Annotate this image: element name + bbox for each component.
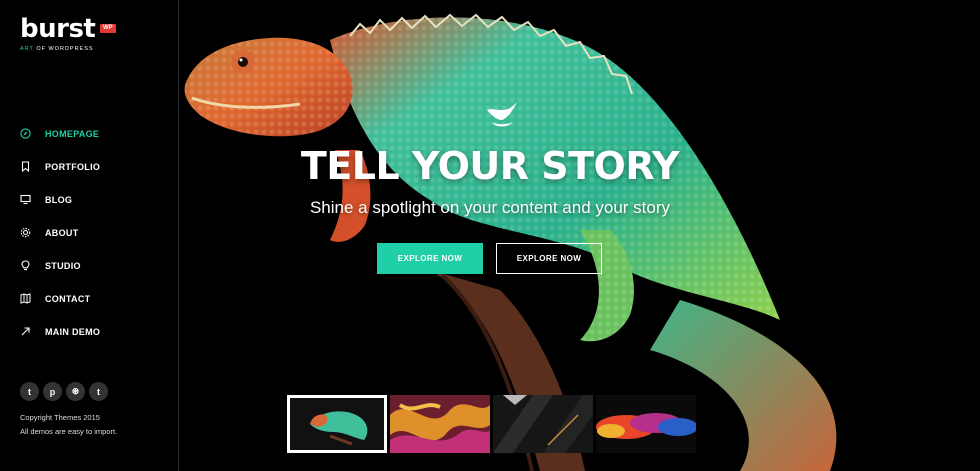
logo-text: burst [20,14,96,44]
explore-now-button[interactable]: EXPLORE NOW [377,243,483,274]
explore-now-outline-button[interactable]: EXPLORE NOW [496,243,602,274]
slide-thumbnails [287,395,696,453]
color-smoke-thumbnail[interactable] [596,395,696,453]
nav-label: CONTACT [45,293,91,304]
hero-title: TELL YOUR STORY [300,144,680,188]
bookmark-icon [20,161,31,172]
lightbulb-icon [20,260,31,271]
nav-item-homepage[interactable]: HOMEPAGE [20,117,100,150]
nav-label: MAIN DEMO [45,326,101,337]
nav-label: ABOUT [45,227,79,238]
chameleon-thumbnail[interactable] [287,395,387,453]
tagline-rest: OF WORDPRESS [33,46,94,52]
nav-label: STUDIO [45,260,81,271]
logo-tagline: ART OF WORDPRESS [20,46,95,52]
copyright-line: Copyright Themes 2015 [20,413,100,422]
dark-geometric-thumbnail[interactable] [493,395,593,453]
nav-label: PORTFOLIO [45,161,101,172]
nav-item-contact[interactable]: CONTACT [20,282,100,315]
nav-item-studio[interactable]: STUDIO [20,249,100,282]
hero-subtitle: Shine a spotlight on your content and yo… [309,198,671,217]
arrow-icon [20,326,31,337]
copyright: Copyright Themes 2015 All demos are easy… [20,411,117,439]
nav-item-portfolio[interactable]: PORTFOLIO [20,150,100,183]
twitter-icon[interactable]: t [20,382,39,401]
nav-item-about[interactable]: ABOUT [20,216,100,249]
logo[interactable]: burst WP ART OF WORDPRESS [20,14,116,52]
main-nav: HOMEPAGE PORTFOLIO BLOG ABOUT STUDIO CON… [20,117,100,348]
nav-label: BLOG [45,194,73,205]
nav-label: HOMEPAGE [45,128,100,139]
gear-icon [20,227,31,238]
nav-item-main-demo[interactable]: MAIN DEMO [20,315,100,348]
social-links: t p ⊛ t [20,382,108,401]
logo-badge: WP [100,24,116,33]
import-note: All demos are easy to import. [20,427,118,436]
bird-logo-icon [485,100,519,135]
monitor-icon [20,194,31,205]
pinterest-icon[interactable]: p [43,382,62,401]
sidebar: burst WP ART OF WORDPRESS HOMEPAGE PORTF… [0,0,179,471]
map-icon [20,293,31,304]
tagline-accent: ART [20,46,34,52]
tumblr-icon[interactable]: t [89,382,108,401]
nav-item-blog[interactable]: BLOG [20,183,100,216]
swirl-thumbnail[interactable] [390,395,490,453]
hero: TELL YOUR STORY Shine a spotlight on you… [180,0,980,471]
dribbble-icon[interactable]: ⊛ [66,382,85,401]
compass-icon [20,128,31,139]
